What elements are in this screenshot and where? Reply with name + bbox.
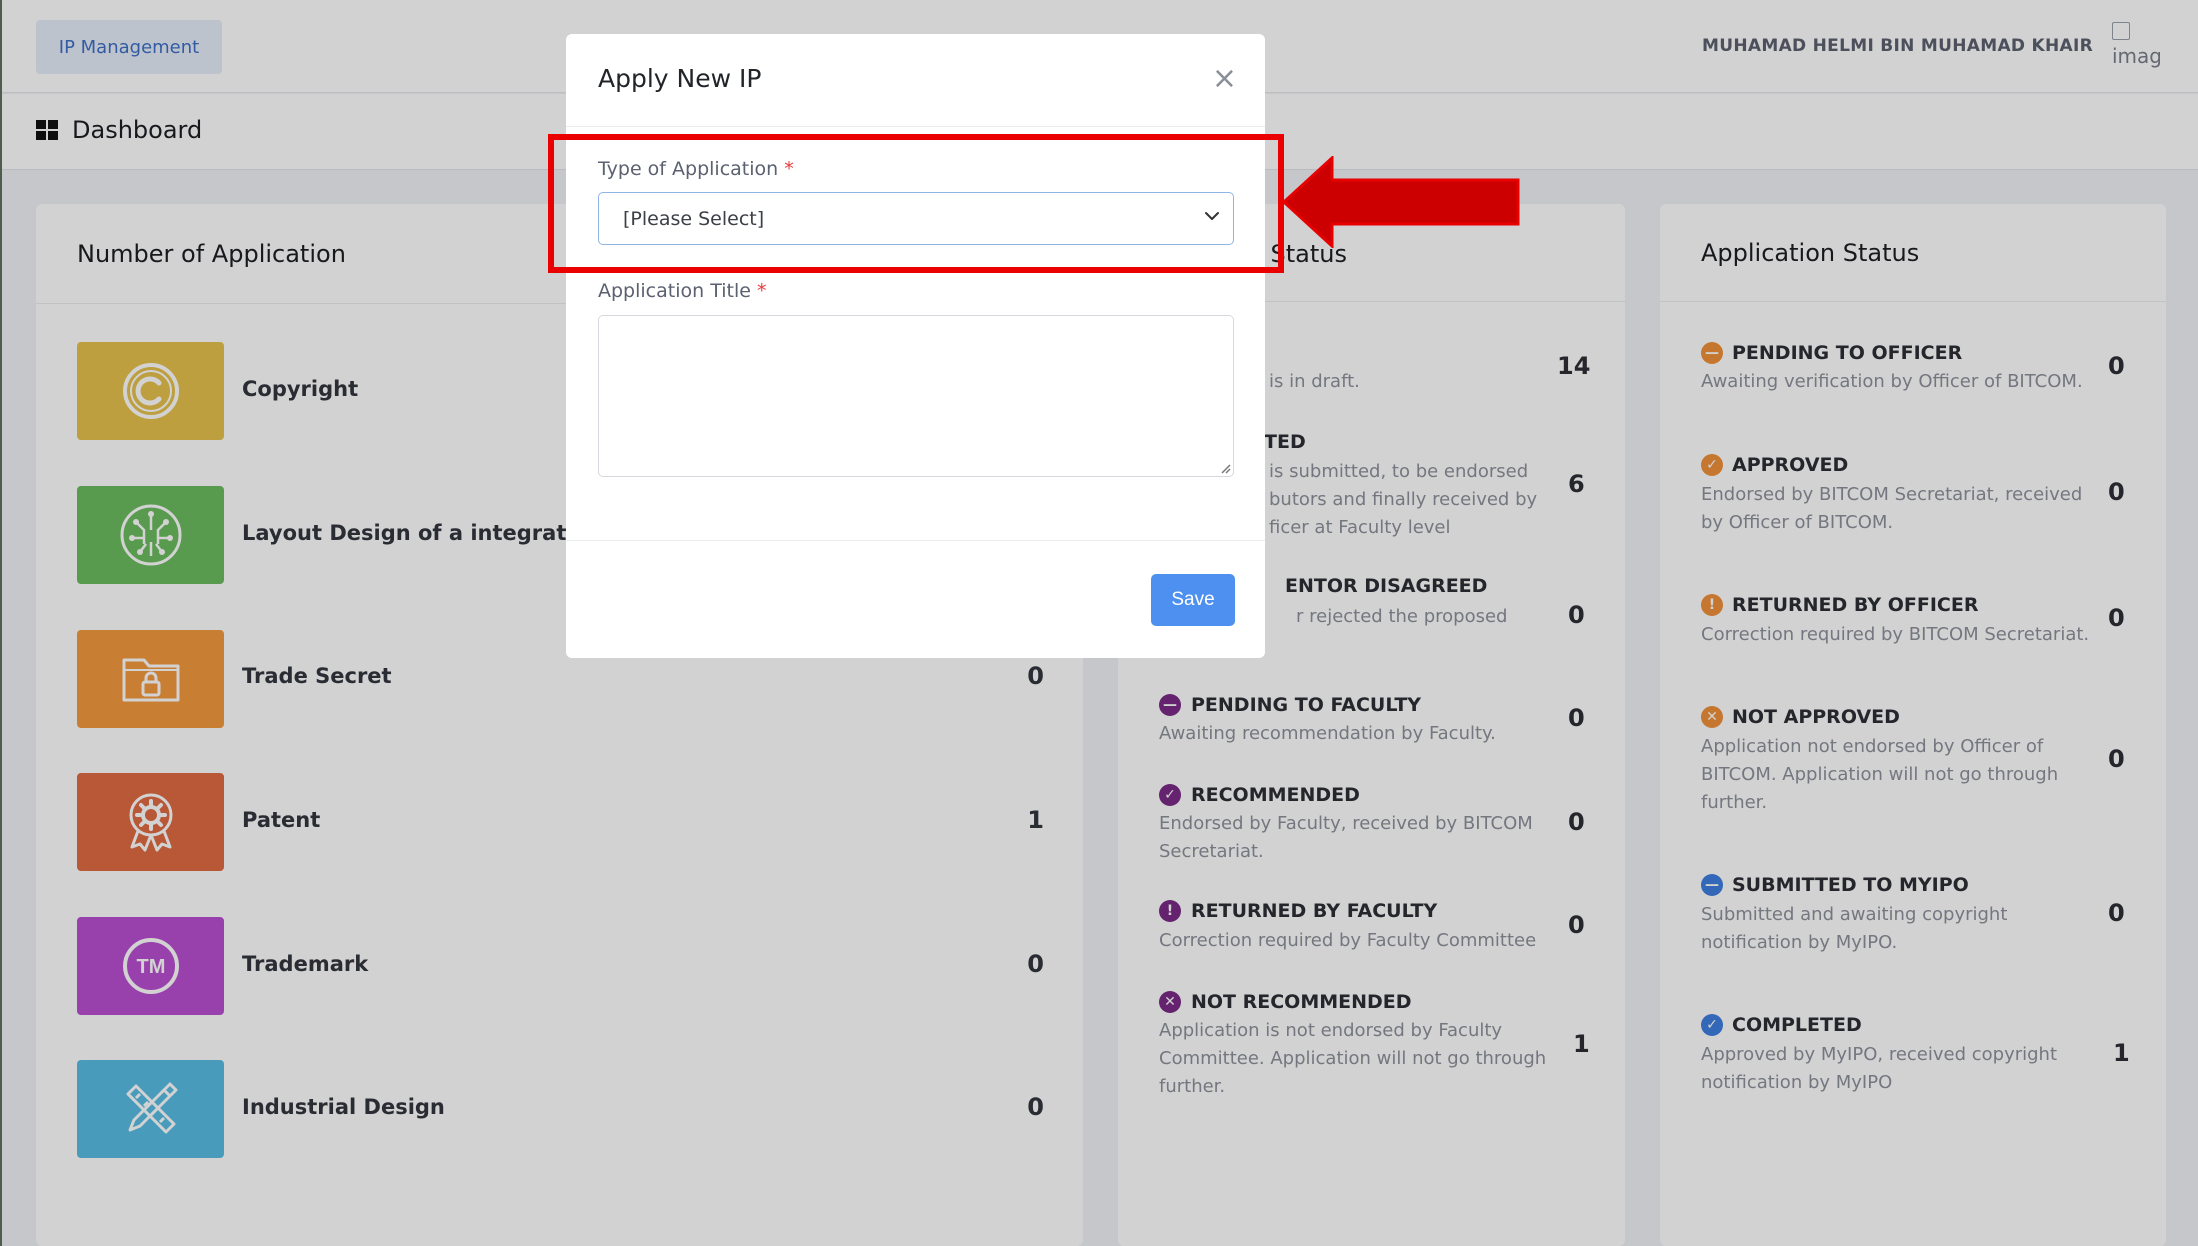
required-mark: * bbox=[756, 280, 767, 302]
divider bbox=[566, 540, 1265, 541]
divider bbox=[566, 126, 1265, 127]
save-button[interactable]: Save bbox=[1151, 574, 1235, 626]
red-arrow-icon bbox=[1282, 156, 1520, 248]
application-title-textarea[interactable] bbox=[598, 315, 1234, 477]
highlight-box bbox=[548, 134, 1284, 273]
apply-new-ip-dialog: Apply New IP × Type of Application * [Pl… bbox=[566, 34, 1265, 658]
application-title-label: Application Title * bbox=[598, 280, 766, 302]
close-icon[interactable]: × bbox=[1212, 64, 1237, 94]
window-edge bbox=[0, 0, 2, 1246]
resize-grip-icon[interactable] bbox=[1219, 462, 1231, 474]
dialog-title: Apply New IP bbox=[598, 64, 762, 93]
field-label-text: Application Title bbox=[598, 280, 751, 302]
